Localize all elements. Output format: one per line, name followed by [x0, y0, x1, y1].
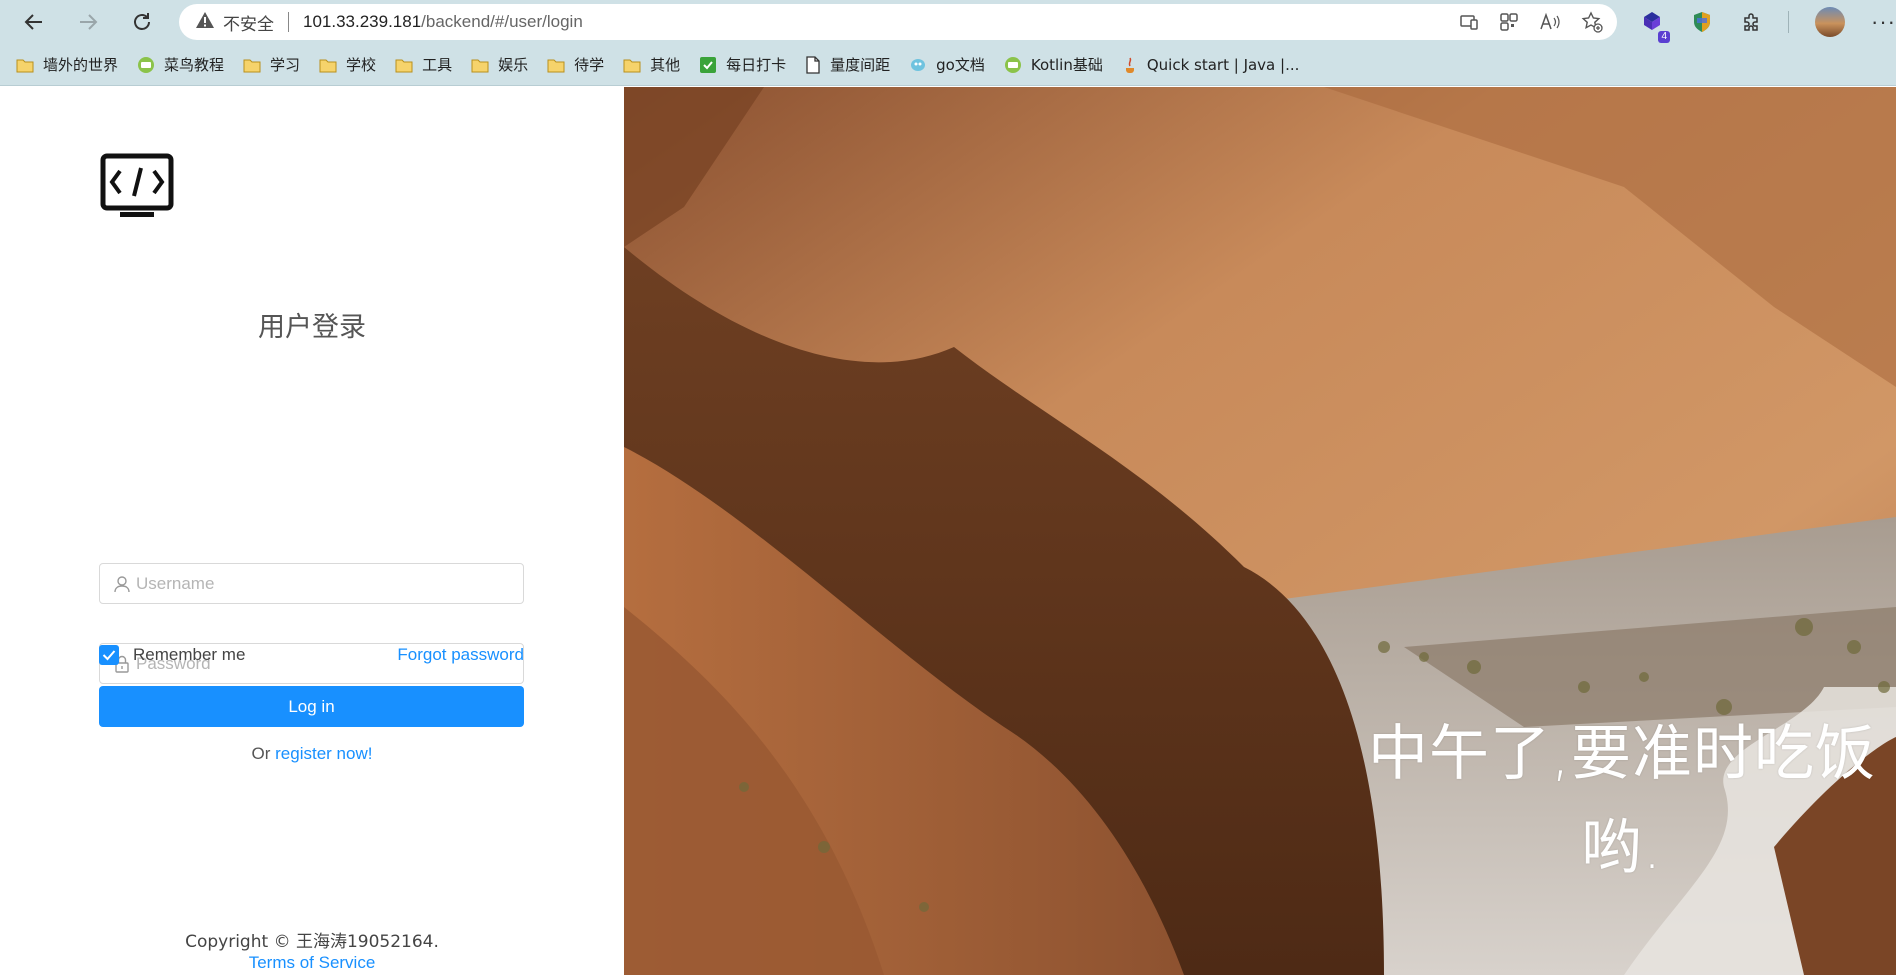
- browser-extensions: 4 ···: [1640, 0, 1896, 44]
- browser-toolbar: 不安全 101.33.239.181/backend/#/user/login …: [0, 0, 1896, 44]
- forgot-password-link[interactable]: Forgot password: [397, 645, 524, 665]
- checkin-icon: [699, 56, 717, 74]
- bookmark-label: Kotlin基础: [1030, 56, 1103, 74]
- terms-of-service-link[interactable]: Terms of Service: [0, 953, 624, 973]
- bookmark-label: 娱乐: [498, 56, 529, 74]
- bookmark-item[interactable]: 娱乐: [471, 54, 528, 75]
- bookmark-item[interactable]: 学习: [243, 54, 300, 75]
- folder-icon: [243, 57, 261, 73]
- bookmark-label: 其他: [650, 56, 681, 74]
- more-menu-icon[interactable]: ···: [1871, 9, 1896, 35]
- bookmark-item[interactable]: Kotlin基础: [1004, 54, 1103, 75]
- shield-extension-icon[interactable]: [1690, 10, 1714, 34]
- hero-quote-line1: 中午了,要准时吃饭: [1367, 719, 1877, 789]
- extension-badge: 4: [1658, 30, 1670, 43]
- bookmark-item[interactable]: Quick start | Java |...: [1122, 55, 1300, 74]
- bookmark-item[interactable]: 每日打卡: [699, 54, 786, 75]
- bookmark-label: 待学: [574, 56, 605, 74]
- warning-icon[interactable]: [195, 11, 215, 34]
- remember-me[interactable]: Remember me: [99, 645, 245, 665]
- url-host[interactable]: 101.33.239.181: [303, 12, 421, 32]
- page-icon: [805, 55, 821, 74]
- login-button[interactable]: Log in: [99, 686, 524, 727]
- bookmark-label: Quick start | Java |...: [1146, 55, 1300, 74]
- folder-icon: [395, 57, 413, 73]
- hero-quote: 中午了,要准时吃饭 哟.: [1352, 707, 1892, 895]
- login-page: 用户登录 Remember me Forgot password Log in …: [0, 87, 1896, 975]
- bookmark-item[interactable]: 学校: [319, 54, 376, 75]
- insecure-label[interactable]: 不安全: [223, 10, 274, 35]
- bookmark-item[interactable]: 其他: [623, 54, 680, 75]
- register-line: Or register now!: [0, 744, 624, 764]
- extension-cube-icon: [1644, 11, 1660, 30]
- login-panel: 用户登录 Remember me Forgot password Log in …: [0, 87, 624, 975]
- bookmark-item[interactable]: 量度间距: [805, 54, 890, 75]
- hero-quote-line2: 哟.: [1581, 813, 1663, 883]
- reload-icon: [134, 13, 150, 30]
- page-title: 用户登录: [258, 312, 366, 343]
- runoob-icon: [1004, 56, 1022, 74]
- bookmark-item[interactable]: go文档: [909, 54, 985, 75]
- address-actions: [1459, 4, 1603, 40]
- bookmark-label: go文档: [936, 56, 985, 74]
- profile-avatar[interactable]: [1815, 7, 1845, 37]
- folder-icon: [319, 57, 337, 73]
- copyright-text: Copyright © 王海涛19052164.: [185, 932, 439, 952]
- bookmark-label: 每日打卡: [726, 56, 787, 74]
- java-icon: [1122, 56, 1138, 74]
- folder-icon: [16, 57, 34, 73]
- app-available-icon[interactable]: [1459, 12, 1479, 32]
- arrow-right-icon: [80, 14, 98, 30]
- add-favorite-icon[interactable]: [1581, 11, 1603, 33]
- bookmark-item[interactable]: 菜鸟教程: [137, 54, 224, 75]
- qr-code-icon[interactable]: [1499, 12, 1519, 32]
- bookmark-label: 量度间距: [830, 56, 891, 74]
- forward-button[interactable]: [61, 0, 115, 44]
- bookmark-item[interactable]: 待学: [547, 54, 604, 75]
- folder-icon: [471, 57, 489, 73]
- folder-icon: [547, 57, 565, 73]
- bookmarks-bar: 墙外的世界 菜鸟教程 学习 学校 工具 娱乐 待学 其他 每日打卡 量度间距 go文档 Kotlin基…: [0, 44, 1896, 86]
- arrow-left-icon: [24, 14, 42, 30]
- register-link[interactable]: register now!: [275, 744, 372, 763]
- bookmark-label: 工具: [422, 56, 453, 74]
- bookmark-label: 墙外的世界: [43, 56, 119, 74]
- url-path[interactable]: /backend/#/user/login: [421, 12, 583, 32]
- remember-checkbox[interactable]: [99, 645, 119, 665]
- read-aloud-icon[interactable]: [1539, 12, 1561, 32]
- hero-image: 中午了,要准时吃饭 哟.: [624, 87, 1896, 975]
- extensions-icon[interactable]: [1740, 11, 1762, 33]
- toolbar-divider: [1788, 11, 1789, 33]
- go-icon: [909, 57, 927, 73]
- bookmark-label: 菜鸟教程: [164, 56, 225, 74]
- folder-icon: [623, 57, 641, 73]
- register-prefix: Or: [251, 744, 276, 763]
- username-field[interactable]: [99, 563, 524, 604]
- bookmark-item[interactable]: 墙外的世界: [16, 54, 118, 75]
- back-button[interactable]: [7, 0, 61, 44]
- reload-button[interactable]: [115, 0, 169, 44]
- address-bar[interactable]: 不安全 101.33.239.181/backend/#/user/login: [179, 4, 1617, 40]
- code-monitor-logo-icon: [100, 153, 174, 224]
- bookmark-label: 学习: [270, 56, 301, 74]
- username-input[interactable]: [136, 573, 496, 594]
- user-icon: [114, 575, 130, 593]
- bookmark-item[interactable]: 工具: [395, 54, 452, 75]
- bookmark-label: 学校: [346, 56, 377, 74]
- extension-button[interactable]: 4: [1640, 8, 1670, 43]
- remember-label[interactable]: Remember me: [133, 645, 245, 665]
- runoob-icon: [137, 56, 155, 74]
- checkmark-icon: [102, 650, 116, 661]
- address-divider: [288, 12, 289, 32]
